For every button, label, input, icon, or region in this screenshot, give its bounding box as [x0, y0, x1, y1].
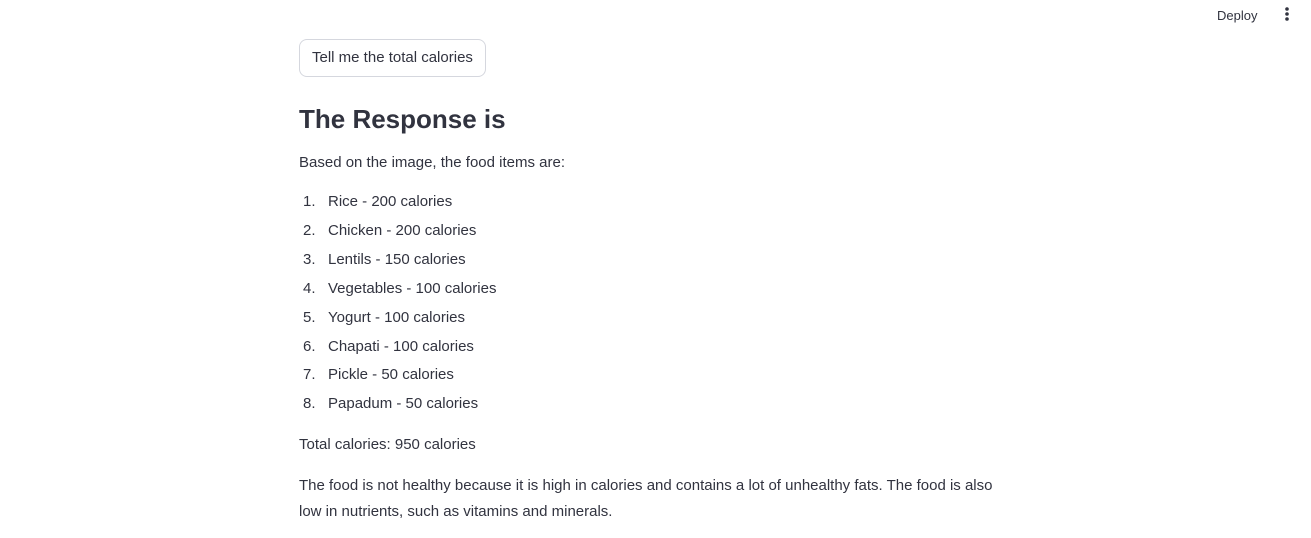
- list-item-number: 8.: [303, 395, 316, 413]
- list-item-number: 5.: [303, 308, 316, 326]
- list-item-number: 3.: [303, 250, 316, 268]
- list-item-text: Pickle - 50 calories: [328, 366, 454, 384]
- list-item: 3. Lentils - 150 calories: [299, 246, 999, 275]
- list-item: 5. Yogurt - 100 calories: [299, 304, 999, 333]
- total-calories-button[interactable]: Tell me the total calories: [299, 39, 486, 77]
- vertical-ellipsis-icon: [1285, 7, 1289, 21]
- list-item: 8. Papadum - 50 calories: [299, 390, 999, 419]
- list-item: 7. Pickle - 50 calories: [299, 361, 999, 390]
- app-header: Deploy: [0, 0, 1311, 30]
- list-item-number: 2.: [303, 221, 316, 239]
- list-item: 2. Chicken - 200 calories: [299, 217, 999, 246]
- total-calories-text: Total calories: 950 calories: [299, 436, 476, 454]
- main-content: Tell me the total calories The Response …: [299, 39, 999, 525]
- list-item-text: Lentils - 150 calories: [328, 250, 466, 268]
- list-item: 4. Vegetables - 100 calories: [299, 275, 999, 304]
- deploy-button[interactable]: Deploy: [1211, 6, 1263, 25]
- list-item-text: Yogurt - 100 calories: [328, 308, 466, 326]
- food-items-list: 1. Rice - 200 calories 2. Chicken - 200 ca…: [299, 188, 999, 419]
- list-item-number: 6.: [303, 337, 316, 355]
- main-menu-button[interactable]: [1280, 6, 1294, 24]
- list-item-number: 1.: [303, 193, 316, 210]
- list-item: 1. Rice - 200 calories: [299, 188, 999, 217]
- response-heading: The Response is: [299, 104, 506, 134]
- list-item-text: Vegetables - 100 calories: [328, 279, 497, 297]
- list-item-number: 4.: [303, 279, 316, 297]
- intro-text: Based on the image, the food items are:: [299, 154, 565, 171]
- list-item-text: Rice - 200 calories: [328, 193, 453, 210]
- list-item-text: Chicken - 200 calories: [328, 221, 477, 239]
- list-item-number: 7.: [303, 366, 316, 384]
- list-item: 6. Chapati - 100 calories: [299, 333, 999, 362]
- conclusion-text: The food is not healthy because it is hi…: [299, 477, 993, 521]
- list-item-text: Chapati - 100 calories: [328, 337, 474, 355]
- list-item-text: Papadum - 50 calories: [328, 395, 479, 413]
